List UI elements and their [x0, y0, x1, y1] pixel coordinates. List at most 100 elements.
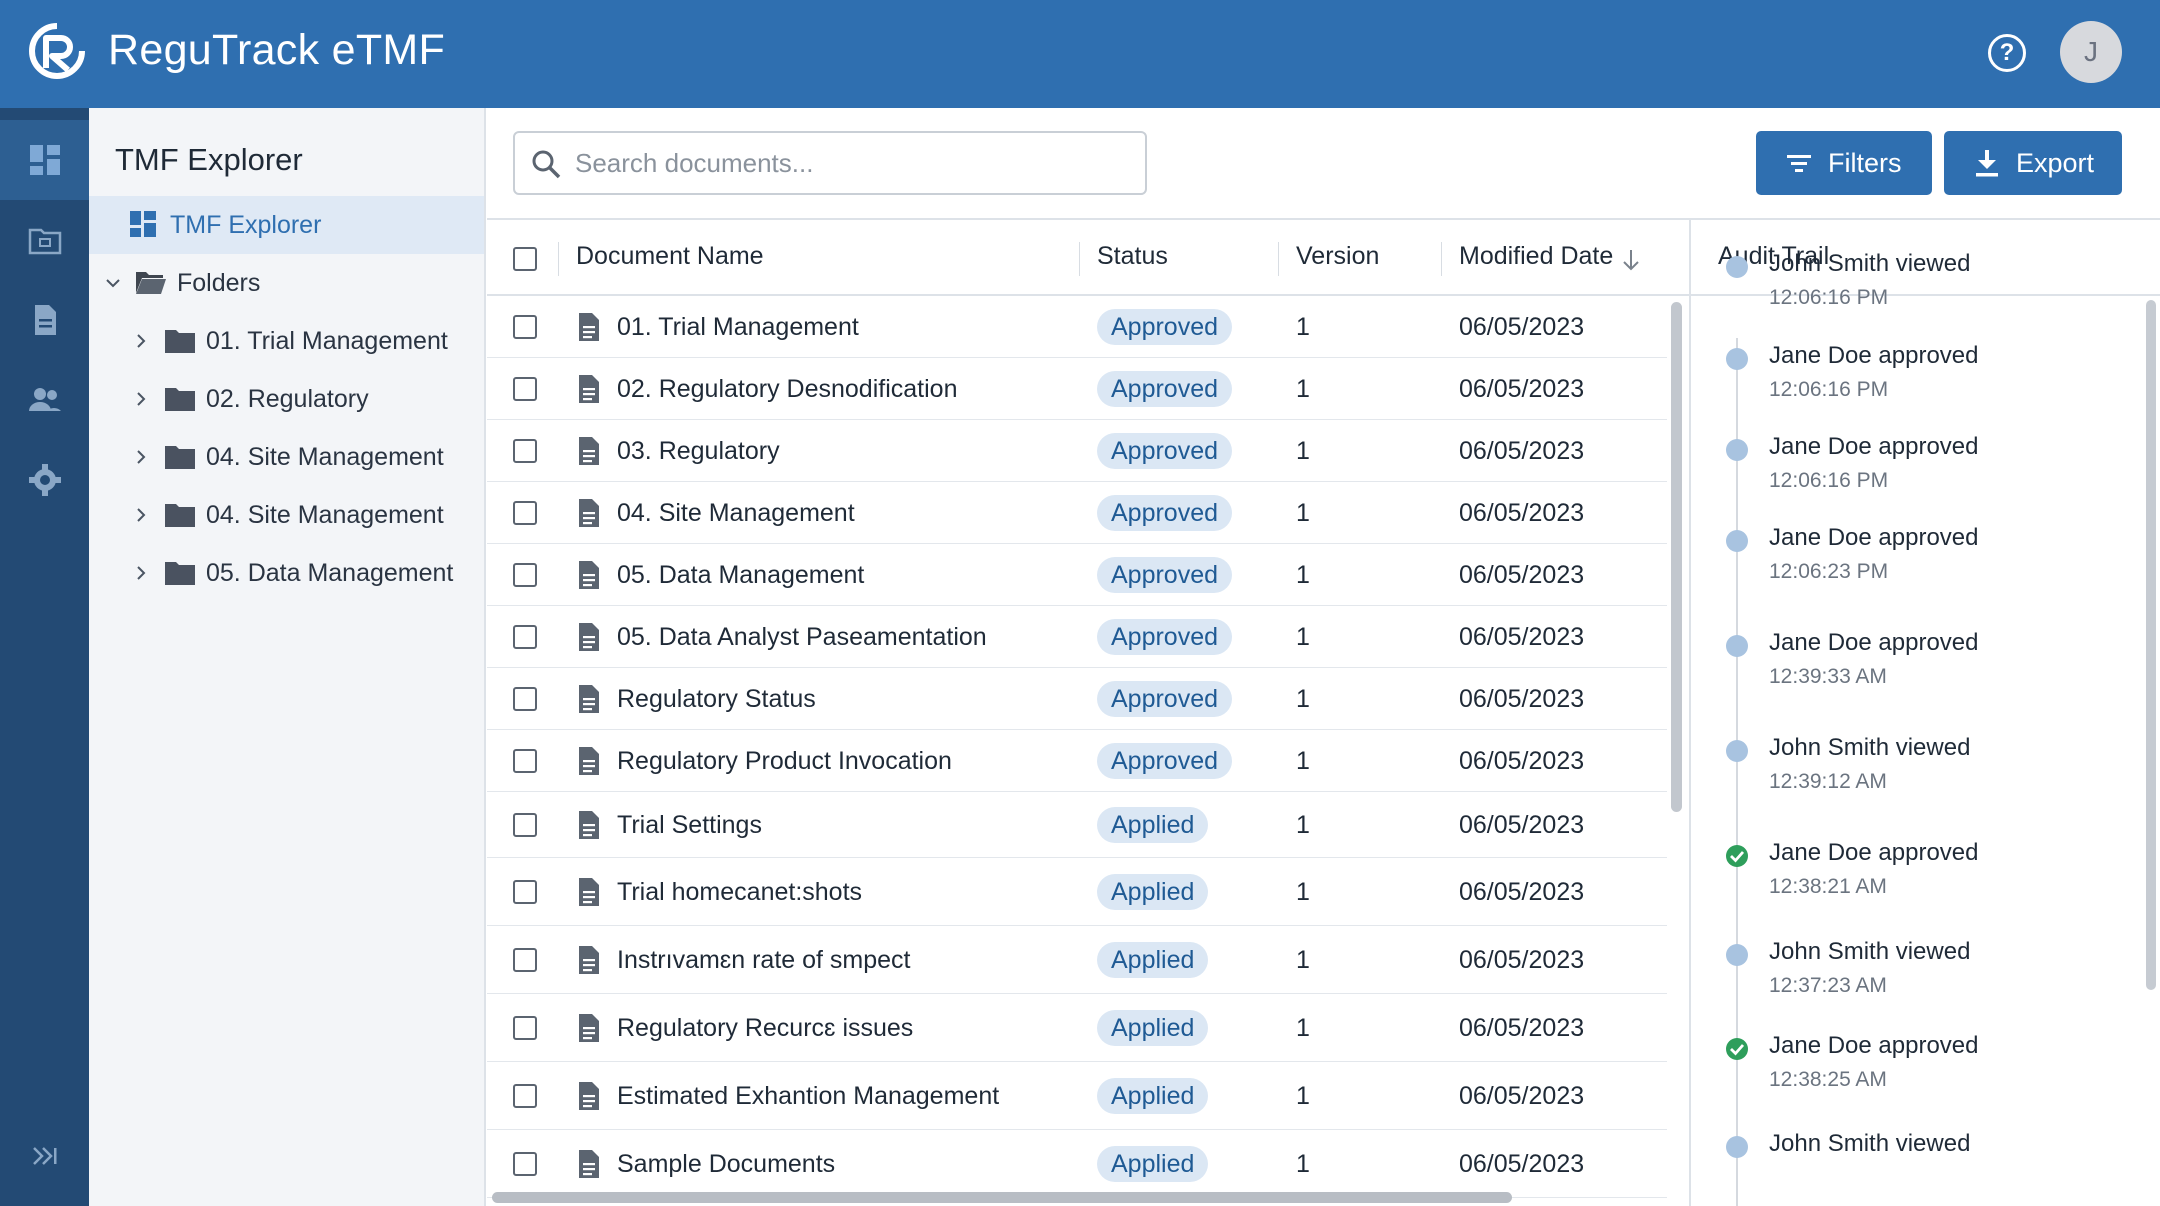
folder-icon: [165, 388, 195, 411]
document-name[interactable]: Trial Settings: [617, 811, 762, 840]
settings-icon[interactable]: [0, 440, 89, 520]
select-all-checkbox[interactable]: [513, 247, 537, 271]
search-icon: [532, 150, 561, 179]
table-row[interactable]: Regulatory Product Invocation Approved 1 06…: [487, 730, 1667, 792]
tree-item-folders[interactable]: Folders: [89, 254, 484, 312]
column-divider: [1278, 242, 1279, 276]
chevron-right-icon: [137, 566, 146, 580]
row-checkbox[interactable]: [513, 1016, 537, 1040]
timeline-dot: [1726, 256, 1748, 278]
table-row[interactable]: Regulatory Recurcɛ issues Applied 1 06/05/2…: [487, 994, 1667, 1062]
version-cell: 1: [1296, 811, 1310, 839]
row-checkbox[interactable]: [513, 880, 537, 904]
document-icon: [579, 878, 599, 906]
row-checkbox[interactable]: [513, 563, 537, 587]
column-header-status[interactable]: Status: [1097, 242, 1168, 271]
row-checkbox[interactable]: [513, 501, 537, 525]
audit-timestamp: 12:38:21 AM: [1769, 875, 1887, 898]
search-input[interactable]: [575, 143, 1135, 183]
tree-folder[interactable]: 04. Site Management: [89, 428, 484, 486]
audit-trail-panel: Audit Trail John Smith viewed 12:06:16 PM…: [1689, 218, 2160, 1206]
column-header-version[interactable]: Version: [1296, 242, 1379, 271]
timeline-dot: [1726, 530, 1748, 552]
row-checkbox[interactable]: [513, 687, 537, 711]
document-name[interactable]: Regulatory Product Invocation: [617, 747, 952, 776]
modified-date-cell: 06/05/2023: [1459, 1014, 1585, 1042]
document-name[interactable]: Estimated Exhantion Management: [617, 1082, 999, 1111]
row-checkbox[interactable]: [513, 439, 537, 463]
row-checkbox[interactable]: [513, 749, 537, 773]
tree-folder[interactable]: 02. Regulatory: [89, 370, 484, 428]
users-icon[interactable]: [0, 360, 89, 440]
document-icon[interactable]: [0, 280, 89, 360]
table-row[interactable]: Regulatory Status Approved 1 06/05/2023: [487, 668, 1667, 730]
row-checkbox[interactable]: [513, 1152, 537, 1176]
user-avatar[interactable]: J: [2060, 21, 2122, 83]
folder-label: 05. Data Management: [206, 558, 454, 587]
table-row[interactable]: 01. Trial Management Approved 1 06/05/2023: [487, 296, 1667, 358]
document-name[interactable]: 05. Data Management: [617, 561, 864, 590]
table-row[interactable]: Trial homecanet:shots Applied 1 06/05/2023: [487, 858, 1667, 926]
dashboard-icon[interactable]: [0, 120, 89, 200]
audit-action: Jane Doe approved: [1769, 342, 1979, 369]
table-row[interactable]: 02. Regulatory Desnodification Approved 1 0…: [487, 358, 1667, 420]
tree-folder[interactable]: 01. Trial Management: [89, 312, 484, 370]
expand-sidebar-icon[interactable]: [0, 1126, 89, 1186]
table-row[interactable]: 04. Site Management Approved 1 06/05/2023: [487, 482, 1667, 544]
export-button[interactable]: Export: [1944, 131, 2122, 195]
tmf-explorer-panel: TMF Explorer TMF Explorer Folders 01. Tr…: [89, 108, 486, 1206]
table-header: Document Name Status Version Modified Da…: [487, 220, 1689, 296]
status-badge: Applied: [1097, 1010, 1209, 1046]
document-name[interactable]: 05. Data Analyst Paseamentation: [617, 623, 987, 652]
audit-action: Jane Doe approved: [1769, 1032, 1979, 1059]
row-checkbox[interactable]: [513, 948, 537, 972]
tree-item-tmf-explorer[interactable]: TMF Explorer: [89, 196, 484, 254]
document-name[interactable]: 04. Site Management: [617, 499, 855, 528]
table-row[interactable]: Trial Settings Applied 1 06/05/2023: [487, 792, 1667, 858]
help-icon[interactable]: ?: [1988, 34, 2026, 72]
document-name[interactable]: Regulatory Status: [617, 685, 816, 714]
document-name[interactable]: Sample Documents: [617, 1150, 835, 1179]
table-row[interactable]: 03. Regulatory Approved 1 06/05/2023: [487, 420, 1667, 482]
row-checkbox[interactable]: [513, 315, 537, 339]
document-name[interactable]: 03. Regulatory: [617, 437, 780, 466]
modified-date-cell: 06/05/2023: [1459, 685, 1585, 713]
modified-date-cell: 06/05/2023: [1459, 1150, 1585, 1178]
audit-scrollbar[interactable]: [2146, 300, 2156, 990]
version-cell: 1: [1296, 499, 1310, 527]
table-row[interactable]: 05. Data Management Approved 1 06/05/2023: [487, 544, 1667, 606]
status-badge: Approved: [1097, 309, 1233, 345]
table-row[interactable]: 05. Data Analyst Paseamentation Approved 1…: [487, 606, 1667, 668]
table-vertical-scrollbar[interactable]: [1671, 302, 1682, 812]
table-row[interactable]: Estimated Exhantion Management Applied 1 06…: [487, 1062, 1667, 1130]
table-row[interactable]: Sample Documents Applied 1 06/05/2023: [487, 1130, 1667, 1198]
column-divider: [1079, 242, 1080, 276]
documents-table: Document Name Status Version Modified Da…: [487, 218, 1689, 1206]
row-checkbox[interactable]: [513, 813, 537, 837]
row-checkbox[interactable]: [513, 377, 537, 401]
arrow-down-icon[interactable]: [1621, 248, 1641, 272]
modified-date-cell: 06/05/2023: [1459, 946, 1585, 974]
status-badge: Approved: [1097, 433, 1233, 469]
column-header-document-name[interactable]: Document Name: [576, 242, 764, 271]
tree-folder[interactable]: 04. Site Management: [89, 486, 484, 544]
document-name[interactable]: Instrıvamɛn rate of smpect: [617, 946, 911, 975]
document-name[interactable]: 01. Trial Management: [617, 313, 859, 342]
tree-folder[interactable]: 05. Data Management: [89, 544, 484, 602]
approved-check-icon: [1726, 1038, 1748, 1060]
timeline-dot: [1726, 944, 1748, 966]
status-badge: Approved: [1097, 371, 1233, 407]
document-name[interactable]: Regulatory Recurcɛ issues: [617, 1014, 913, 1043]
document-name[interactable]: 02. Regulatory Desnodification: [617, 375, 957, 404]
folder-icon[interactable]: [0, 200, 89, 280]
row-checkbox[interactable]: [513, 1084, 537, 1108]
table-row[interactable]: Instrıvamɛn rate of smpect Applied 1 06/05/…: [487, 926, 1667, 994]
filter-icon: [1787, 155, 1811, 172]
document-name[interactable]: Trial homecanet:shots: [617, 878, 862, 907]
row-checkbox[interactable]: [513, 625, 537, 649]
filters-button[interactable]: Filters: [1756, 131, 1932, 195]
table-horizontal-scrollbar[interactable]: [492, 1192, 1512, 1203]
document-icon: [579, 685, 599, 713]
version-cell: 1: [1296, 623, 1310, 651]
column-header-modified-date[interactable]: Modified Date: [1459, 242, 1613, 271]
